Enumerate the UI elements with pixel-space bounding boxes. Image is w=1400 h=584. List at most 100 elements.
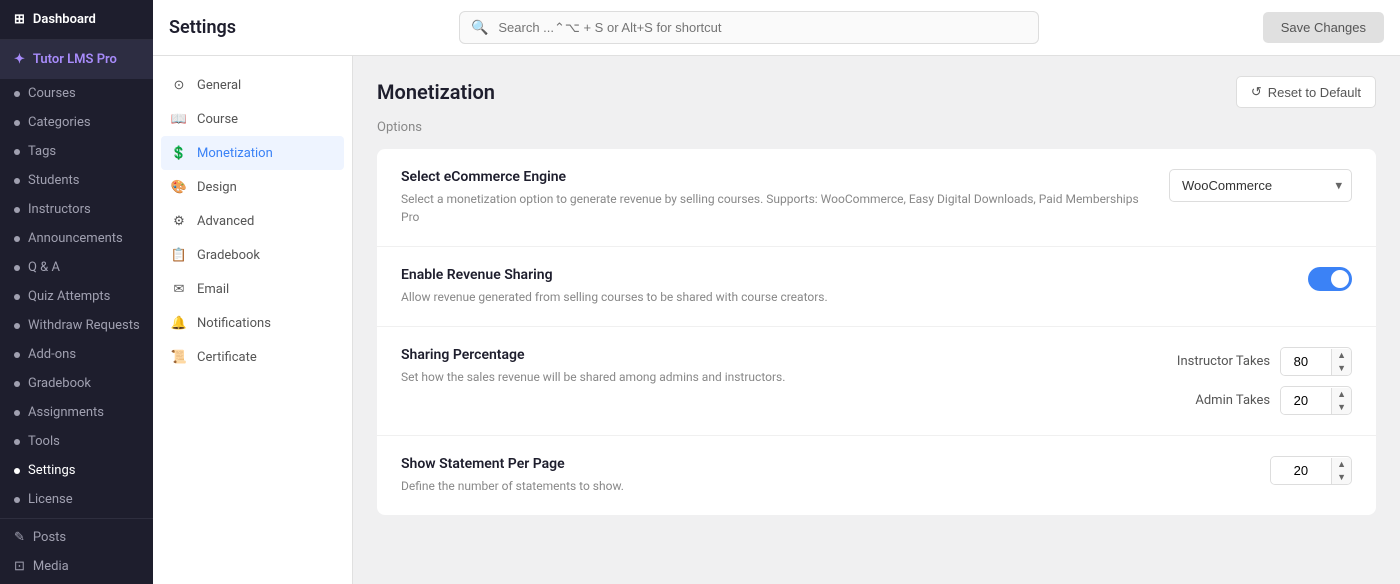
instructor-takes-input[interactable]: [1281, 348, 1331, 375]
settings-card: Select eCommerce Engine Select a monetiz…: [377, 149, 1376, 515]
settings-panel: Monetization ↺ Reset to Default Options …: [353, 56, 1400, 584]
search-icon: 🔍: [471, 20, 488, 36]
dot-icon: [14, 497, 20, 503]
sidebar-item-students[interactable]: Students: [0, 166, 153, 195]
sub-sidebar-item-advanced[interactable]: ⚙ Advanced: [153, 204, 352, 238]
page-title: Settings: [169, 17, 236, 38]
certificate-icon: 📜: [171, 349, 187, 365]
sub-sidebar-item-email[interactable]: ✉ Email: [153, 272, 352, 306]
sidebar-item-posts[interactable]: ✎Posts: [0, 523, 153, 552]
setting-desc-revenue: Allow revenue generated from selling cou…: [401, 288, 1284, 306]
design-icon: 🎨: [171, 179, 187, 195]
sidebar-item-tags[interactable]: Tags: [0, 137, 153, 166]
dollar-icon: 💲: [171, 145, 187, 161]
statement-input-wrapper: ▲ ▼: [1270, 456, 1352, 485]
sub-sidebar-item-monetization[interactable]: 💲 Monetization: [161, 136, 344, 170]
setting-name-ecommerce: Select eCommerce Engine: [401, 169, 1145, 185]
admin-takes-input-wrapper: ▲ ▼: [1280, 386, 1352, 415]
sidebar-dashboard[interactable]: ⊞ Dashboard: [0, 0, 153, 40]
sub-sidebar: ⊙ General 📖 Course 💲 Monetization 🎨 Desi…: [153, 56, 353, 584]
setting-row-revenue-sharing: Enable Revenue Sharing Allow revenue gen…: [377, 247, 1376, 327]
setting-desc-ecommerce: Select a monetization option to generate…: [401, 190, 1145, 226]
sidebar-item-add-ons[interactable]: Add-ons: [0, 340, 153, 369]
book-icon: 📖: [171, 111, 187, 127]
sub-sidebar-item-general[interactable]: ⊙ General: [153, 68, 352, 102]
setting-row-ecommerce: Select eCommerce Engine Select a monetiz…: [377, 149, 1376, 247]
sidebar-divider: [0, 518, 153, 519]
sidebar-brand-label: Tutor LMS Pro: [33, 52, 117, 67]
admin-decrement-button[interactable]: ▼: [1332, 401, 1351, 414]
setting-name-statement: Show Statement Per Page: [401, 456, 1246, 472]
dot-icon: [14, 120, 20, 126]
setting-desc-sharing: Set how the sales revenue will be shared…: [401, 368, 1153, 386]
media-icon: ⊡: [14, 559, 25, 574]
dot-icon: [14, 352, 20, 358]
ecommerce-select-wrapper: WooCommerce Easy Digital Downloads Paid …: [1169, 169, 1352, 202]
tutor-icon: ✦: [14, 52, 25, 67]
circle-icon: ⊙: [171, 77, 187, 93]
statement-per-page-input[interactable]: [1271, 457, 1331, 484]
admin-increment-button[interactable]: ▲: [1332, 388, 1351, 401]
sidebar-item-categories[interactable]: Categories: [0, 108, 153, 137]
email-icon: ✉: [171, 281, 187, 297]
dot-icon: [14, 91, 20, 97]
statement-decrement-button[interactable]: ▼: [1332, 471, 1351, 484]
sidebar-item-license[interactable]: License: [0, 485, 153, 514]
sidebar-item-media[interactable]: ⊡Media: [0, 552, 153, 581]
sidebar-item-announcements[interactable]: Announcements: [0, 224, 153, 253]
sidebar-item-courses[interactable]: Courses: [0, 79, 153, 108]
setting-info-revenue: Enable Revenue Sharing Allow revenue gen…: [401, 267, 1284, 306]
ecommerce-engine-select[interactable]: WooCommerce Easy Digital Downloads Paid …: [1169, 169, 1352, 202]
instructor-sharing-row: Instructor Takes ▲ ▼: [1177, 347, 1352, 376]
search-input[interactable]: [459, 11, 1039, 44]
instructor-decrement-button[interactable]: ▼: [1332, 362, 1351, 375]
sidebar-item-qa[interactable]: Q & A: [0, 253, 153, 282]
sidebar-item-settings[interactable]: Settings: [0, 456, 153, 485]
bell-icon: 🔔: [171, 315, 187, 331]
statement-increment-button[interactable]: ▲: [1332, 458, 1351, 471]
posts-icon: ✎: [14, 530, 25, 545]
sub-sidebar-item-notifications[interactable]: 🔔 Notifications: [153, 306, 352, 340]
sub-sidebar-item-design[interactable]: 🎨 Design: [153, 170, 352, 204]
sub-sidebar-item-certificate[interactable]: 📜 Certificate: [153, 340, 352, 374]
statement-spinners: ▲ ▼: [1331, 458, 1351, 484]
settings-header: Monetization ↺ Reset to Default: [377, 76, 1376, 108]
dot-icon: [14, 236, 20, 242]
sharing-controls: Instructor Takes ▲ ▼ Ad: [1177, 347, 1352, 415]
sidebar-item-tools[interactable]: Tools: [0, 427, 153, 456]
sidebar-item-quiz-attempts[interactable]: Quiz Attempts: [0, 282, 153, 311]
admin-takes-input[interactable]: [1281, 387, 1331, 414]
save-button[interactable]: Save Changes: [1263, 12, 1384, 43]
sidebar-dashboard-label: Dashboard: [33, 12, 96, 27]
advanced-icon: ⚙: [171, 213, 187, 229]
reset-icon: ↺: [1251, 84, 1262, 100]
setting-control-ecommerce: WooCommerce Easy Digital Downloads Paid …: [1169, 169, 1352, 202]
setting-info-statement: Show Statement Per Page Define the numbe…: [401, 456, 1246, 495]
sidebar-item-withdraw-requests[interactable]: Withdraw Requests: [0, 311, 153, 340]
options-label: Options: [377, 120, 1376, 135]
setting-info-ecommerce: Select eCommerce Engine Select a monetiz…: [401, 169, 1145, 226]
reset-to-default-button[interactable]: ↺ Reset to Default: [1236, 76, 1376, 108]
dot-icon: [14, 381, 20, 387]
gradebook-icon: 📋: [171, 247, 187, 263]
instructor-increment-button[interactable]: ▲: [1332, 349, 1351, 362]
setting-desc-statement: Define the number of statements to show.: [401, 477, 1246, 495]
setting-row-sharing: Sharing Percentage Set how the sales rev…: [377, 327, 1376, 436]
instructor-takes-input-wrapper: ▲ ▼: [1280, 347, 1352, 376]
setting-control-sharing: Instructor Takes ▲ ▼ Ad: [1177, 347, 1352, 415]
dot-icon: [14, 323, 20, 329]
sub-sidebar-item-course[interactable]: 📖 Course: [153, 102, 352, 136]
admin-spinners: ▲ ▼: [1331, 388, 1351, 414]
instructor-spinners: ▲ ▼: [1331, 349, 1351, 375]
dot-icon: [14, 439, 20, 445]
admin-sharing-row: Admin Takes ▲ ▼: [1195, 386, 1352, 415]
search-bar: 🔍: [459, 11, 1039, 44]
sidebar-item-assignments[interactable]: Assignments: [0, 398, 153, 427]
sidebar-item-instructors[interactable]: Instructors: [0, 195, 153, 224]
revenue-sharing-toggle[interactable]: [1308, 267, 1352, 291]
topbar: Settings 🔍 Save Changes: [153, 0, 1400, 56]
setting-control-statement: ▲ ▼: [1270, 456, 1352, 485]
sidebar-brand-tutor[interactable]: ✦ Tutor LMS Pro: [0, 40, 153, 79]
sub-sidebar-item-gradebook[interactable]: 📋 Gradebook: [153, 238, 352, 272]
sidebar-item-gradebook[interactable]: Gradebook: [0, 369, 153, 398]
